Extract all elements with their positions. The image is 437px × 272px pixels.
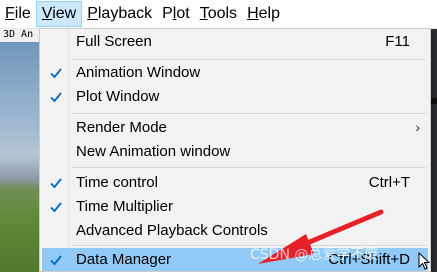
menu-help[interactable]: Help — [242, 1, 285, 27]
menu-item-label: Advanced Playback Controls — [76, 222, 268, 239]
menu-item-label: Render Mode — [76, 119, 167, 136]
menu-item-label: Plot Window — [76, 88, 160, 105]
menu-item-label: Full Screen — [76, 33, 152, 50]
menu-item-advanced-playback-controls[interactable]: Advanced Playback Controls — [42, 219, 428, 242]
menu-item-label: Animation Window — [76, 64, 201, 81]
menu-file[interactable]: File — [0, 1, 36, 27]
menu-item-new-animation-window[interactable]: New Animation window — [42, 140, 428, 163]
menu-item-animation-window[interactable]: Animation Window — [42, 61, 428, 84]
menu-item-shortcut: Ctrl+T — [368, 174, 410, 191]
scrollbar-thumb[interactable] — [430, 98, 437, 104]
checkmark-icon — [50, 68, 62, 79]
menu-tools[interactable]: Tools — [195, 1, 242, 27]
menu-item-label: Time control — [76, 174, 158, 191]
menu-item-plot-window[interactable]: Plot Window — [42, 85, 428, 108]
menu-playback[interactable]: Playback — [82, 1, 157, 27]
menu-view[interactable]: View — [35, 1, 83, 27]
mouse-cursor-icon — [418, 252, 430, 270]
checkmark-icon — [50, 255, 62, 266]
scrollbar[interactable] — [430, 28, 437, 272]
submenu-arrow-icon: › — [415, 119, 420, 135]
menu-separator — [72, 167, 426, 168]
menu-item-time-multiplier[interactable]: Time Multiplier — [42, 195, 428, 218]
watermark-text: CSDN @总爱学不废 — [250, 247, 379, 263]
menu-separator — [72, 113, 426, 114]
menu-item-label: Time Multiplier — [76, 198, 173, 215]
menu-plot[interactable]: Plot — [157, 1, 195, 27]
menu-item-time-control[interactable]: Time control Ctrl+T — [42, 171, 428, 194]
checkmark-icon — [50, 178, 62, 189]
menu-item-full-screen[interactable]: Full Screen F11 — [42, 30, 428, 53]
menu-bar: File View Playback Plot Tools Help — [0, 0, 437, 29]
menu-item-render-mode[interactable]: Render Mode › — [42, 116, 428, 139]
menu-item-label: New Animation window — [76, 143, 231, 160]
view-menu-dropdown: Full Screen F11 Animation Window Plot Wi… — [39, 28, 431, 272]
menu-item-label: Data Manager — [76, 251, 172, 268]
checkmark-icon — [50, 92, 62, 103]
menu-separator — [72, 59, 426, 60]
menu-item-shortcut: F11 — [385, 33, 410, 50]
checkmark-icon — [50, 202, 62, 213]
